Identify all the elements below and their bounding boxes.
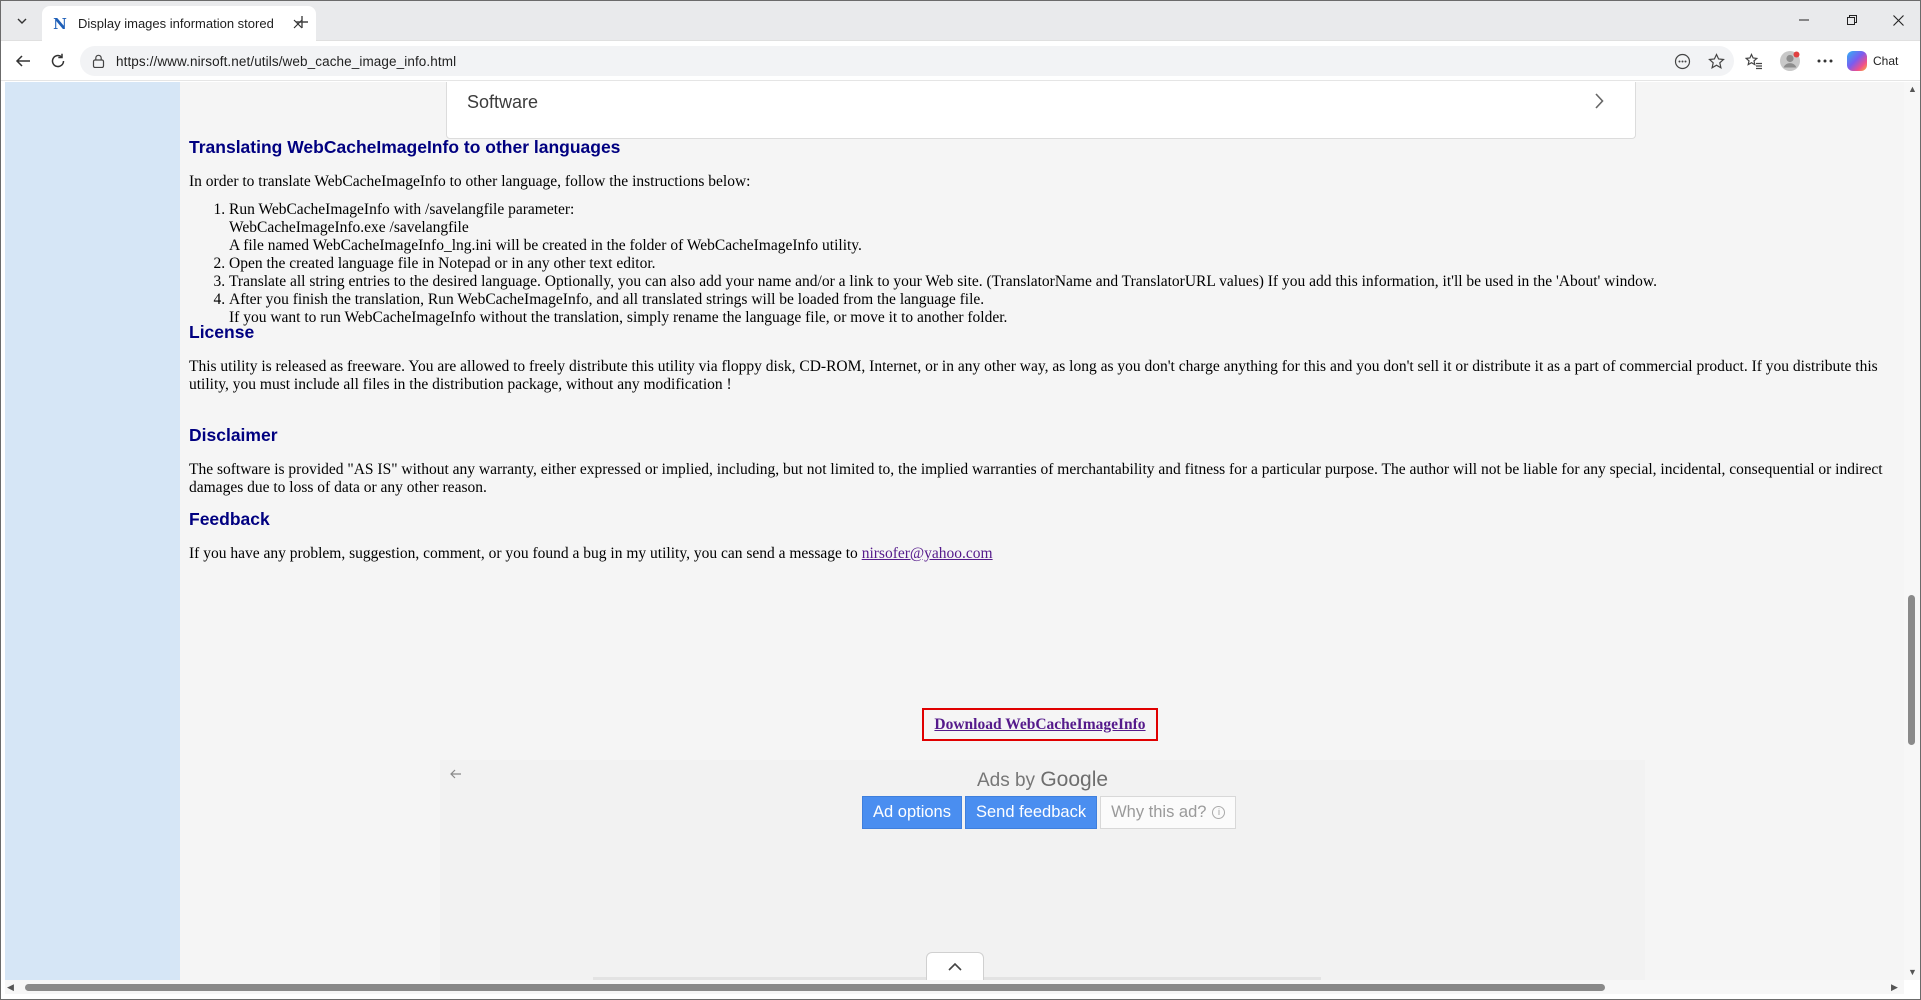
- vertical-scrollbar[interactable]: ▲ ▼: [1904, 82, 1920, 980]
- translate-intro: In order to translate WebCacheImageInfo …: [189, 173, 751, 190]
- list-item: Open the created language file in Notepa…: [229, 255, 1657, 273]
- nirsoft-favicon-icon: N: [53, 14, 67, 33]
- collapse-ad-button[interactable]: [926, 952, 984, 980]
- copilot-icon: [1847, 51, 1867, 71]
- ads-by-google: Ads by Google: [440, 768, 1645, 792]
- email-link[interactable]: nirsofer@yahoo.com: [862, 545, 993, 562]
- step-line: Translate all string entries to the desi…: [229, 273, 1657, 290]
- ads-by-label: Ads by: [976, 770, 1036, 791]
- step-line: WebCacheImageInfo.exe /savelangfile: [229, 219, 469, 236]
- step-line: After you finish the translation, Run We…: [229, 291, 985, 308]
- left-sidebar-column: [5, 82, 180, 980]
- step-line: A file named WebCacheImageInfo_lng.ini w…: [229, 237, 862, 254]
- license-text: This utility is released as freeware. Yo…: [189, 358, 1878, 393]
- scroll-right-arrow-icon[interactable]: ▶: [1891, 982, 1898, 993]
- reader-mode-icon[interactable]: [1670, 50, 1694, 72]
- page-viewport: Software Translating WebCacheImageInfo t…: [5, 82, 1906, 980]
- tab-title: Display images information stored: [78, 16, 274, 31]
- horizontal-scroll-thumb[interactable]: [25, 984, 1605, 991]
- refresh-icon[interactable]: [43, 47, 73, 75]
- download-box: Download WebCacheImageInfo: [922, 708, 1158, 741]
- list-item: Run WebCacheImageInfo with /savelangfile…: [229, 201, 1657, 255]
- tab-list-chevron-icon[interactable]: [8, 7, 36, 35]
- active-tab[interactable]: N Display images information stored: [42, 6, 316, 41]
- scroll-down-arrow-icon[interactable]: ▼: [1908, 967, 1917, 977]
- list-item: After you finish the translation, Run We…: [229, 291, 1657, 327]
- favorite-star-icon[interactable]: [1704, 50, 1728, 72]
- profile-avatar-icon[interactable]: [1775, 47, 1805, 75]
- disclaimer-heading: Disclaimer: [189, 425, 278, 445]
- send-feedback-button[interactable]: Send feedback: [964, 796, 1098, 829]
- license-heading: License: [189, 322, 255, 342]
- horizontal-scrollbar[interactable]: ◀ ▶: [5, 980, 1904, 994]
- why-this-ad-label: Why this ad?: [1111, 803, 1207, 821]
- address-bar[interactable]: https://www.nirsoft.net/utils/web_cache_…: [80, 46, 1734, 76]
- ad-options-button[interactable]: Ad options: [862, 796, 962, 829]
- step-line: Open the created language file in Notepa…: [229, 255, 656, 272]
- info-icon: i: [1212, 806, 1226, 819]
- scroll-left-arrow-icon[interactable]: ◀: [7, 982, 14, 993]
- tab-bar: N Display images information stored: [0, 0, 1921, 41]
- favorites-list-icon[interactable]: [1739, 47, 1769, 75]
- list-item: Translate all string entries to the desi…: [229, 273, 1657, 291]
- navigation-bar: https://www.nirsoft.net/utils/web_cache_…: [0, 41, 1921, 81]
- feedback-sentence: If you have any problem, suggestion, com…: [189, 545, 862, 562]
- minimize-icon[interactable]: [1781, 0, 1827, 40]
- chevron-right-icon: [1589, 90, 1609, 112]
- restore-icon[interactable]: [1829, 0, 1875, 40]
- feedback-heading: Feedback: [189, 509, 270, 529]
- download-link[interactable]: Download WebCacheImageInfo: [934, 716, 1145, 734]
- chat-label: Chat: [1873, 54, 1899, 68]
- chevron-up-icon: [948, 962, 962, 971]
- url-text[interactable]: https://www.nirsoft.net/utils/web_cache_…: [116, 54, 456, 69]
- disclaimer-text: The software is provided "AS IS" without…: [189, 461, 1883, 496]
- google-logo-text: Google: [1040, 768, 1109, 791]
- close-window-icon[interactable]: [1875, 0, 1921, 40]
- step-line: Run WebCacheImageInfo with /savelangfile…: [229, 201, 575, 218]
- site-info-lock-icon[interactable]: [90, 53, 106, 69]
- ad-buttons: Ad options Send feedback Why this ad? i: [862, 796, 1237, 829]
- translate-heading: Translating WebCacheImageInfo to other l…: [189, 137, 621, 157]
- why-this-ad-button[interactable]: Why this ad? i: [1100, 796, 1237, 829]
- new-tab-plus-icon[interactable]: [288, 8, 316, 36]
- google-ad-area: Ads by Google Ad options Send feedback W…: [440, 760, 1645, 980]
- feedback-text: If you have any problem, suggestion, com…: [189, 545, 993, 563]
- back-arrow-icon[interactable]: [8, 47, 38, 75]
- more-options-icon[interactable]: [1810, 47, 1840, 75]
- copilot-chat-button[interactable]: Chat: [1847, 47, 1913, 75]
- vertical-scroll-thumb[interactable]: [1908, 595, 1915, 745]
- step-line: If you want to run WebCacheImageInfo wit…: [229, 309, 1008, 326]
- translate-steps-list: Run WebCacheImageInfo with /savelangfile…: [189, 201, 1657, 327]
- scroll-up-arrow-icon[interactable]: ▲: [1908, 84, 1917, 94]
- software-card[interactable]: Software: [446, 82, 1636, 139]
- software-card-label: Software: [467, 92, 539, 112]
